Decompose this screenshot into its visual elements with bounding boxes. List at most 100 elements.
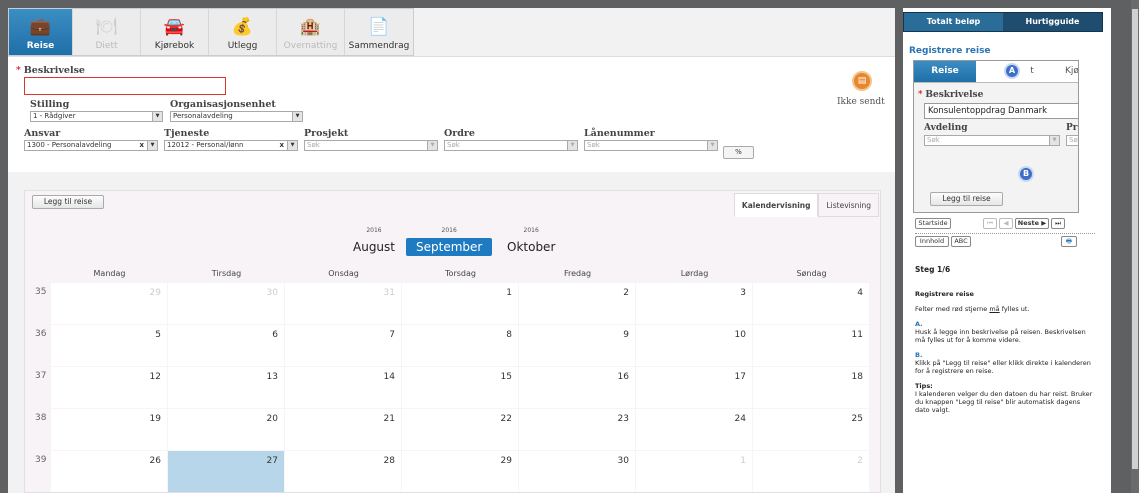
calendar-day[interactable]: 30 bbox=[519, 451, 635, 492]
calendar-day[interactable]: 29 bbox=[51, 283, 167, 324]
month-name: August bbox=[353, 240, 395, 254]
clear-icon[interactable]: x bbox=[139, 141, 144, 150]
calendar-day[interactable]: 27 bbox=[168, 451, 284, 492]
calendar-day[interactable]: 25 bbox=[753, 409, 869, 450]
suitcase-icon: 💼 bbox=[29, 17, 52, 37]
percent-button[interactable]: % bbox=[723, 146, 754, 159]
tab-sammendrag[interactable]: 📄 Sammendrag bbox=[345, 9, 413, 55]
weekday-fredag: Fredag bbox=[563, 269, 592, 278]
calendar-day[interactable]: 9 bbox=[519, 325, 635, 366]
calendar-day[interactable]: 2 bbox=[753, 451, 869, 492]
calendar-day[interactable]: 24 bbox=[636, 409, 752, 450]
calendar-day[interactable]: 6 bbox=[168, 325, 284, 366]
chevron-down-icon: ▼ bbox=[427, 141, 437, 150]
stilling-select[interactable]: 1 - Rådgiver ▼ bbox=[30, 111, 163, 122]
calendar-day[interactable]: 14 bbox=[285, 367, 401, 408]
chevron-down-icon: ▼ bbox=[707, 141, 717, 150]
calendar-day[interactable]: 16 bbox=[519, 367, 635, 408]
weekday-header: Mandag Tirsdag Onsdag Torsdag Fredag Lørdag Sø… bbox=[51, 269, 871, 283]
lanenummer-select[interactable]: Søk ▼ bbox=[584, 140, 718, 151]
help-heading: Registrere reise bbox=[915, 290, 974, 298]
calendar-day[interactable]: 17 bbox=[636, 367, 752, 408]
preview-beskrivelse-value: Konsulentoppdrag Danmark bbox=[924, 103, 1078, 119]
window-scrollbar[interactable] bbox=[1131, 0, 1139, 493]
print-icon[interactable]: 🖶 bbox=[1061, 236, 1077, 247]
tab-label: Diett bbox=[95, 41, 118, 51]
calendar-day[interactable]: 26 bbox=[51, 451, 167, 492]
calendar-day[interactable]: 8 bbox=[402, 325, 518, 366]
calendar-day[interactable]: 30 bbox=[168, 283, 284, 324]
calendar-day[interactable]: 12 bbox=[51, 367, 167, 408]
tab-diett[interactable]: 🍽 Diett bbox=[73, 9, 141, 55]
calendar-day[interactable]: 11 bbox=[753, 325, 869, 366]
calendar-day[interactable]: 5 bbox=[51, 325, 167, 366]
calendar-day[interactable]: 3 bbox=[636, 283, 752, 324]
tab-total-amount[interactable]: Totalt beløp bbox=[904, 13, 1003, 31]
calendar-day[interactable]: 1 bbox=[636, 451, 752, 492]
preview-avdeling-select: Søk ▼ bbox=[924, 135, 1060, 146]
calendar-day[interactable]: 23 bbox=[519, 409, 635, 450]
last-page-button[interactable]: ⏭ bbox=[1051, 218, 1065, 229]
org-select[interactable]: Personalavdeling ▼ bbox=[170, 111, 303, 122]
beskrivelse-input[interactable] bbox=[24, 77, 226, 95]
step-counter: Steg 1/6 bbox=[915, 265, 951, 274]
startside-button[interactable]: Startside bbox=[915, 218, 951, 229]
tab-utlegg[interactable]: 💰 Utlegg bbox=[209, 9, 277, 55]
cutlery-icon: 🍽 bbox=[95, 17, 118, 37]
weekday-onsdag: Onsdag bbox=[328, 269, 359, 278]
summary-icon: 📄 bbox=[368, 17, 390, 37]
prosjekt-select[interactable]: Søk ▼ bbox=[304, 140, 438, 151]
preview-add-trip-button: Legg til reise bbox=[930, 192, 1003, 206]
tab-calendar-view[interactable]: Kalendervisning bbox=[733, 193, 819, 217]
calendar-day[interactable]: 29 bbox=[402, 451, 518, 492]
calendar-day[interactable]: 19 bbox=[51, 409, 167, 450]
weekday-torsdag: Torsdag bbox=[445, 269, 476, 278]
calendar-day[interactable]: 15 bbox=[402, 367, 518, 408]
ordre-select[interactable]: Søk ▼ bbox=[444, 140, 578, 151]
tab-overnatting[interactable]: 🏨 Overnatting bbox=[277, 9, 345, 55]
month-name: Oktober bbox=[507, 240, 556, 254]
calendar-day[interactable]: 22 bbox=[402, 409, 518, 450]
calendar-day[interactable]: 1 bbox=[402, 283, 518, 324]
tjeneste-select[interactable]: 12012 - Personal/lønn x ▼ bbox=[164, 140, 298, 151]
abc-index-button[interactable]: ABC bbox=[951, 236, 971, 247]
nav-tabs: 💼 Reise 🍽 Diett 🚘 Kjørebok 💰 Utlegg 🏨 Overnatting… bbox=[8, 8, 414, 56]
tab-quick-guide[interactable]: Hurtigguide bbox=[1003, 13, 1102, 31]
tab-label: Utlegg bbox=[227, 41, 258, 51]
tjeneste-label: Tjeneste bbox=[164, 128, 210, 139]
next-page-button[interactable]: Neste ▶ bbox=[1015, 218, 1049, 229]
calendar-day[interactable]: 20 bbox=[168, 409, 284, 450]
calendar-day[interactable]: 7 bbox=[285, 325, 401, 366]
tab-reise[interactable]: 💼 Reise bbox=[9, 9, 73, 55]
clear-icon[interactable]: x bbox=[279, 141, 284, 150]
hotel-icon: 🏨 bbox=[299, 17, 322, 37]
calendar-panel: Legg til reise Kalendervisning Listevisn… bbox=[24, 190, 881, 493]
help-b-text: Klikk på "Legg til reise" eller klikk di… bbox=[915, 359, 1091, 375]
contents-button[interactable]: Innhold bbox=[915, 236, 949, 247]
car-icon: 🚘 bbox=[163, 17, 186, 37]
add-trip-button[interactable]: Legg til reise bbox=[32, 195, 104, 209]
month-august[interactable]: 2016 August bbox=[343, 227, 405, 256]
guide-nav: Startside ⏮ ◀ Neste ▶ ⏭ bbox=[915, 218, 1095, 230]
calendar-day[interactable]: 18 bbox=[753, 367, 869, 408]
calendar-day[interactable]: 28 bbox=[285, 451, 401, 492]
tab-kjørebok[interactable]: 🚘 Kjørebok bbox=[141, 9, 209, 55]
calendar-day[interactable]: 4 bbox=[753, 283, 869, 324]
travel-form: * Beskrivelse Stilling 1 - Rådgiver ▼ Org… bbox=[8, 56, 895, 172]
scrollbar-thumb[interactable] bbox=[1132, 9, 1138, 469]
ansvar-select[interactable]: 1300 - Personalavdeling x ▼ bbox=[24, 140, 158, 151]
calendar-day[interactable]: 21 bbox=[285, 409, 401, 450]
calendar-day[interactable]: 13 bbox=[168, 367, 284, 408]
tab-list-view[interactable]: Listevisning bbox=[818, 193, 879, 217]
ansvar-label: Ansvar bbox=[24, 128, 61, 139]
calendar-day[interactable]: 2 bbox=[519, 283, 635, 324]
month-september[interactable]: 2016 September bbox=[406, 227, 493, 256]
org-label: Organisasjonsenhet bbox=[170, 99, 276, 110]
prev-page-button[interactable]: ◀ bbox=[999, 218, 1013, 229]
calendar-day[interactable]: 10 bbox=[636, 325, 752, 366]
month-oktober[interactable]: 2016 Oktober bbox=[497, 227, 565, 256]
chevron-down-icon: ▼ bbox=[292, 112, 302, 121]
first-page-button[interactable]: ⏮ bbox=[983, 218, 997, 229]
tab-label: Kjørebok bbox=[154, 41, 195, 51]
calendar-day[interactable]: 31 bbox=[285, 283, 401, 324]
